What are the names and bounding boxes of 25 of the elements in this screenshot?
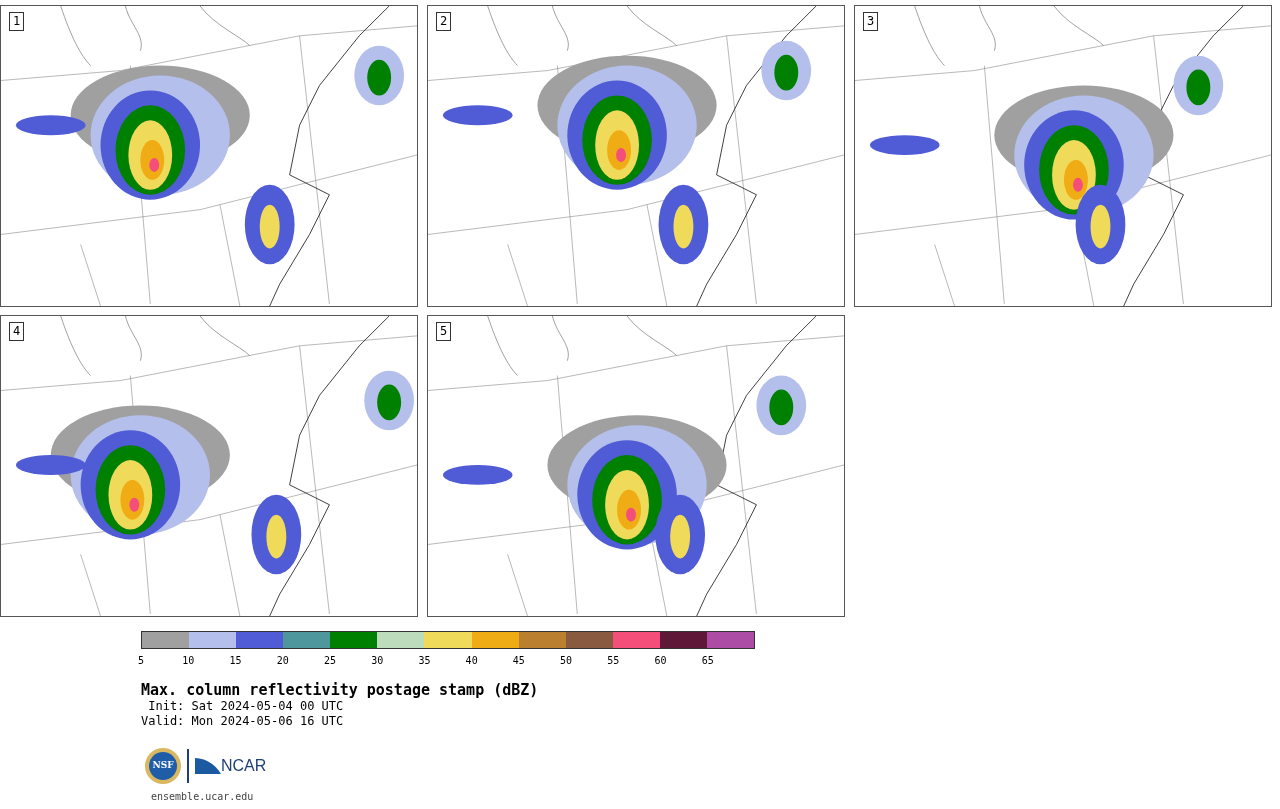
site-url: ensemble.ucar.edu: [151, 790, 255, 804]
colorbar-tick-label: 45: [512, 655, 525, 667]
panel-number: 1: [9, 12, 25, 31]
colorbar-tick-label: 35: [418, 655, 431, 667]
colorbar-tick-label: 20: [276, 655, 289, 667]
init-time: Init: Sat 2024-05-04 00 UTC: [147, 699, 345, 714]
nsf-logo: NSF: [149, 752, 177, 780]
colorbar-tick-label: 30: [371, 655, 384, 667]
panel-number: 4: [9, 322, 25, 341]
colorbar-tick-label: 15: [229, 655, 242, 667]
ncar-logo: NCAR: [221, 756, 267, 776]
chart-title: Max. column reflectivity postage stamp (dBZ): [141, 681, 540, 699]
colorbar-tick-label: 5: [138, 655, 144, 667]
swoosh-icon: [195, 756, 221, 776]
colorbar-tick-label: 40: [465, 655, 478, 667]
panel-number: 2: [436, 12, 452, 31]
valid-time: Valid: Mon 2024-05-06 16 UTC: [141, 714, 345, 729]
colorbar-tick-label: 60: [654, 655, 667, 667]
colorbar-tick-label: 25: [323, 655, 336, 667]
panel-number: 3: [863, 12, 879, 31]
colorbar-tick-label: 10: [182, 655, 195, 667]
colorbar-tick-label: 55: [607, 655, 620, 667]
colorbar-tick-label: 50: [560, 655, 573, 667]
panel-number: 5: [436, 322, 452, 341]
colorbar-tick-label: 65: [701, 655, 714, 667]
